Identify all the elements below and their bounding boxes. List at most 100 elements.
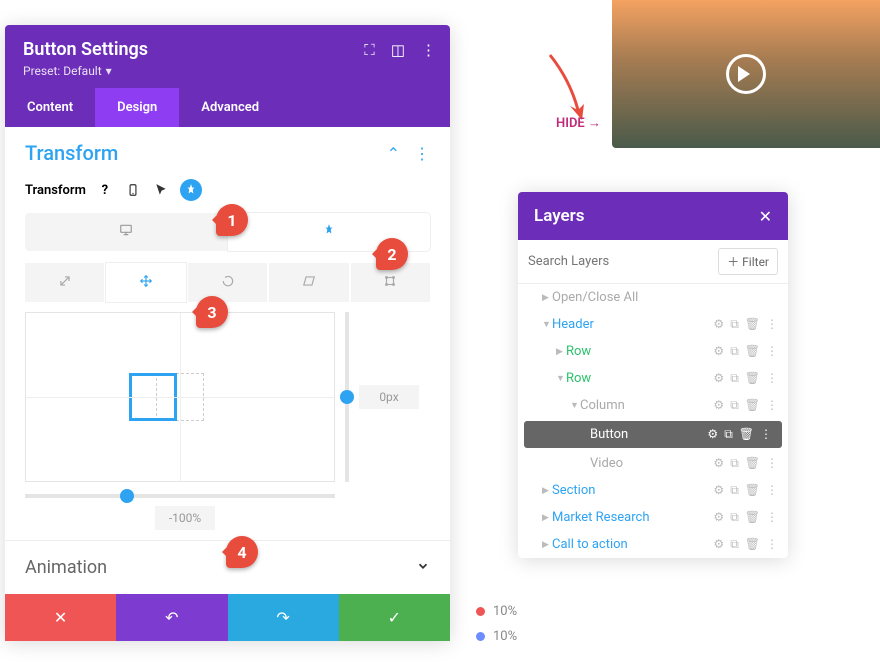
layers-panel: Layers ✕ ＋ Filter ▶Open/Close All ▼Heade…: [518, 192, 788, 558]
duplicate-icon: ⧉: [730, 483, 739, 498]
layer-row-1[interactable]: ▶Row⚙⧉🗑⋮: [518, 338, 788, 365]
settings-header: Button Settings Preset: Default ▾ ⛶ ◫ ⋮: [5, 25, 450, 88]
callout-2: 2: [376, 238, 408, 270]
vertical-slider[interactable]: [345, 312, 349, 482]
mobile-icon[interactable]: [124, 181, 142, 199]
save-button[interactable]: ✓: [339, 594, 450, 641]
more-vert-icon: ⋮: [760, 427, 772, 442]
layer-market-research[interactable]: ▶Market Research⚙⧉🗑⋮: [518, 504, 788, 531]
mode-translate[interactable]: [106, 263, 185, 302]
legend-dot-blue: [476, 632, 485, 641]
trash-icon: 🗑: [745, 371, 760, 386]
video-preview[interactable]: [612, 0, 880, 148]
hide-link[interactable]: HIDE →: [556, 115, 601, 131]
layer-button[interactable]: Button⚙⧉🗑⋮: [524, 421, 782, 448]
more-vert-icon: ⋮: [766, 537, 778, 552]
more-vert-icon: ⋮: [766, 398, 778, 413]
more-vert-icon: ⋮: [766, 456, 778, 471]
mode-scale[interactable]: [25, 263, 104, 302]
transform-grid[interactable]: [25, 312, 335, 482]
duplicate-icon: ⧉: [730, 398, 739, 413]
gear-icon: ⚙: [707, 427, 718, 442]
layer-cta[interactable]: ▶Call to action⚙⧉🗑⋮: [518, 531, 788, 558]
footer-actions: ✕ ↶ ↷ ✓: [5, 594, 450, 641]
annotation-arrow: [540, 50, 590, 125]
trash-icon: 🗑: [739, 427, 754, 442]
trash-icon: 🗑: [745, 483, 760, 498]
help-icon[interactable]: ?: [96, 181, 114, 199]
gear-icon: ⚙: [713, 317, 724, 332]
desktop-toggle[interactable]: [25, 213, 228, 251]
pin-icon[interactable]: [180, 179, 202, 201]
cancel-button[interactable]: ✕: [5, 594, 116, 641]
trash-icon: 🗑: [745, 510, 760, 525]
layer-section[interactable]: ▶Section⚙⧉🗑⋮: [518, 477, 788, 504]
tab-content[interactable]: Content: [5, 88, 95, 127]
more-vert-icon: ⋮: [766, 510, 778, 525]
tab-advanced[interactable]: Advanced: [179, 88, 281, 127]
gear-icon: ⚙: [713, 483, 724, 498]
duplicate-icon: ⧉: [730, 537, 739, 552]
hslider-knob[interactable]: [120, 489, 134, 503]
preset-dropdown[interactable]: Preset: Default ▾: [23, 64, 432, 78]
gear-icon: ⚙: [713, 371, 724, 386]
gear-icon: ⚙: [713, 456, 724, 471]
callout-1: 1: [216, 204, 248, 236]
transform-handle[interactable]: [129, 373, 177, 421]
duplicate-icon: ⧉: [730, 510, 739, 525]
duplicate-icon: ⧉: [730, 344, 739, 359]
layer-row-2[interactable]: ▼Row⚙⧉🗑⋮: [518, 365, 788, 392]
layers-title: Layers: [534, 206, 585, 226]
more-vert-icon[interactable]: ⋮: [414, 144, 430, 163]
duplicate-icon: ⧉: [730, 317, 739, 332]
callout-3: 3: [196, 296, 228, 328]
tab-design[interactable]: Design: [95, 88, 179, 127]
more-vert-icon: ⋮: [766, 371, 778, 386]
transform-mode-row: [25, 263, 430, 302]
redo-button[interactable]: ↷: [228, 594, 339, 641]
x-offset-input[interactable]: [155, 506, 215, 530]
trash-icon: 🗑: [745, 317, 760, 332]
layers-search-input[interactable]: [528, 248, 710, 275]
legend-dot-red: [476, 607, 485, 616]
more-vert-icon: ⋮: [766, 483, 778, 498]
layer-open-close[interactable]: ▶Open/Close All: [518, 284, 788, 311]
transform-label: Transform: [25, 183, 86, 198]
mode-skew[interactable]: [269, 263, 348, 302]
gear-icon: ⚙: [713, 510, 724, 525]
more-vert-icon[interactable]: ⋮: [421, 41, 436, 59]
legend: 10% 10%: [476, 604, 517, 654]
undo-button[interactable]: ↶: [116, 594, 227, 641]
duplicate-icon: ⧉: [730, 371, 739, 386]
duplicate-icon: ⧉: [730, 456, 739, 471]
callout-4: 4: [226, 536, 258, 568]
settings-tabs: Content Design Advanced: [5, 88, 450, 127]
animation-title: Animation: [25, 557, 107, 578]
chevron-down-icon: [416, 558, 430, 577]
trash-icon: 🗑: [745, 456, 760, 471]
trash-icon: 🗑: [745, 398, 760, 413]
mode-rotate[interactable]: [188, 263, 267, 302]
filter-button[interactable]: ＋ Filter: [718, 248, 778, 275]
trash-icon: 🗑: [745, 537, 760, 552]
expand-icon[interactable]: ⛶: [364, 41, 375, 59]
gear-icon: ⚙: [713, 537, 724, 552]
chevron-up-icon[interactable]: ⌃: [387, 144, 400, 163]
play-icon[interactable]: [726, 54, 766, 94]
trash-icon: 🗑: [745, 344, 760, 359]
y-offset-input[interactable]: [359, 385, 419, 409]
gear-icon: ⚙: [713, 398, 724, 413]
layer-video[interactable]: Video⚙⧉🗑⋮: [518, 450, 788, 477]
layer-column[interactable]: ▼Column⚙⧉🗑⋮: [518, 392, 788, 419]
transform-section: Transform ⌃ ⋮ Transform ?: [5, 127, 450, 540]
close-icon[interactable]: ✕: [759, 207, 772, 226]
section-title-transform: Transform: [25, 141, 118, 165]
vslider-knob[interactable]: [340, 390, 354, 404]
layout-icon[interactable]: ◫: [391, 41, 405, 59]
more-vert-icon: ⋮: [766, 344, 778, 359]
layer-header[interactable]: ▼Header⚙⧉🗑⋮: [518, 311, 788, 338]
gear-icon: ⚙: [713, 344, 724, 359]
cursor-icon[interactable]: [152, 181, 170, 199]
horizontal-slider[interactable]: [25, 494, 335, 498]
chevron-down-icon: ▾: [106, 64, 112, 78]
